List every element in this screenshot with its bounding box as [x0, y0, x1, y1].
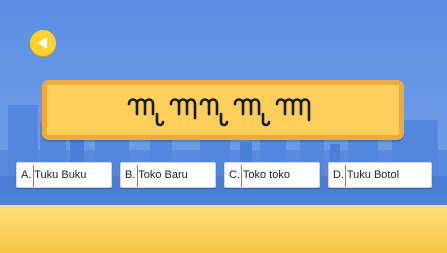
javanese-script-word [127, 98, 311, 127]
answer-label: D. Tuku Botol [333, 169, 400, 181]
game-screen: A. Tuku Buku B. Toko Baru C. Toko toko D… [0, 0, 447, 253]
answer-label: A. Tuku Buku [21, 169, 87, 181]
answer-label: C. Toko toko [229, 169, 290, 181]
answer-option-d[interactable]: D. Tuku Botol [328, 162, 432, 188]
back-button[interactable] [30, 30, 56, 56]
answer-label: B. Toko Baru [125, 169, 188, 181]
back-arrow-icon [38, 37, 47, 49]
yellow-ground [0, 205, 447, 253]
answer-options: A. Tuku Buku B. Toko Baru C. Toko toko D… [16, 162, 432, 190]
question-card [42, 80, 404, 140]
answer-option-a[interactable]: A. Tuku Buku [16, 162, 112, 188]
answer-option-c[interactable]: C. Toko toko [224, 162, 320, 188]
answer-option-b[interactable]: B. Toko Baru [120, 162, 216, 188]
